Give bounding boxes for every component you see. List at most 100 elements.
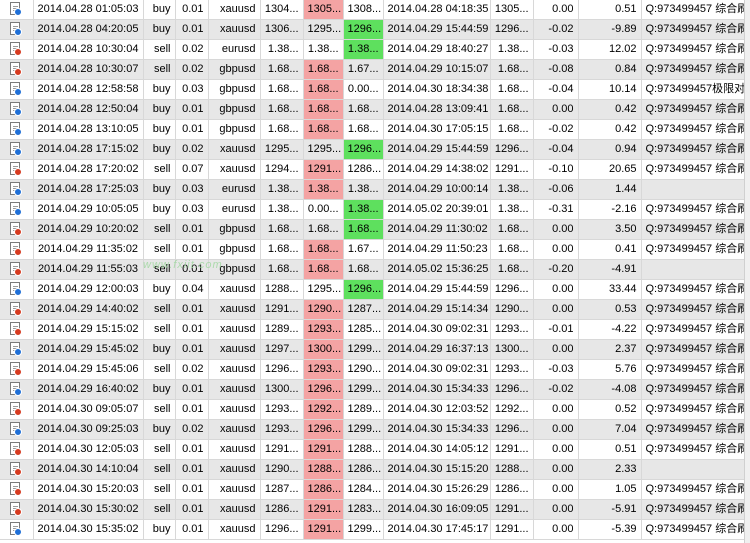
profit-cell: 3.50: [578, 219, 642, 240]
table-row[interactable]: 2014.04.29 10:20:02 sell 0.01 gbpusd 1.6…: [0, 219, 746, 240]
profit-cell: 5.76: [578, 359, 642, 380]
swap-cell: -0.02: [533, 379, 579, 400]
profit-cell: -2.16: [578, 199, 642, 220]
swap-cell: -0.20: [533, 259, 579, 280]
vertical-scrollbar[interactable]: [744, 0, 750, 543]
tp-cell: 1296...: [343, 19, 384, 40]
table-row[interactable]: 2014.04.28 10:30:04 sell 0.02 eurusd 1.3…: [0, 39, 746, 60]
profit-cell: -5.91: [578, 499, 642, 520]
symbol-cell: xauusd: [208, 359, 261, 380]
table-row[interactable]: 2014.04.28 10:30:07 sell 0.02 gbpusd 1.6…: [0, 59, 746, 80]
comment-cell: Q:973499457 综合刷?...: [641, 219, 746, 240]
open-price-cell: 1297...: [260, 339, 304, 360]
order-ticket-icon: [10, 182, 23, 197]
tp-cell: 1283...: [343, 499, 384, 520]
symbol-cell: xauusd: [208, 519, 261, 540]
open-time-cell: 2014.04.30 14:10:04: [33, 459, 144, 480]
profit-cell: 7.04: [578, 419, 642, 440]
tp-cell: 1284...: [343, 479, 384, 500]
lots-cell: 0.02: [175, 419, 209, 440]
comment-cell: Q:973499457 综合刷?...: [641, 359, 746, 380]
table-row[interactable]: 2014.04.28 12:50:04 buy 0.01 gbpusd 1.68…: [0, 99, 746, 120]
order-ticket-icon: [10, 342, 23, 357]
lots-cell: 0.01: [175, 479, 209, 500]
table-row[interactable]: 2014.04.28 12:58:58 buy 0.03 gbpusd 1.68…: [0, 79, 746, 100]
close-time-cell: 2014.05.02 15:36:25: [383, 259, 491, 280]
row-icon-cell: [0, 159, 34, 180]
table-row[interactable]: 2014.04.29 12:00:03 buy 0.04 xauusd 1288…: [0, 279, 746, 300]
order-ticket-icon: [10, 302, 23, 317]
lots-cell: 0.01: [175, 339, 209, 360]
table-row[interactable]: 2014.04.28 01:05:03 buy 0.01 xauusd 1304…: [0, 0, 746, 20]
symbol-cell: eurusd: [208, 199, 261, 220]
close-price-cell: 1291...: [490, 439, 534, 460]
table-row[interactable]: 2014.04.29 15:45:02 buy 0.01 xauusd 1297…: [0, 339, 746, 360]
tp-cell: 1290...: [343, 359, 384, 380]
open-price-cell: 1286...: [260, 499, 304, 520]
order-ticket-icon: [10, 82, 23, 97]
profit-cell: 10.14: [578, 79, 642, 100]
symbol-cell: xauusd: [208, 159, 261, 180]
profit-cell: 0.94: [578, 139, 642, 160]
table-row[interactable]: 2014.04.29 15:15:02 sell 0.01 xauusd 128…: [0, 319, 746, 340]
profit-cell: 0.42: [578, 99, 642, 120]
symbol-cell: xauusd: [208, 479, 261, 500]
row-icon-cell: [0, 259, 34, 280]
tp-cell: 1.38...: [343, 199, 384, 220]
swap-cell: -0.01: [533, 319, 579, 340]
table-row[interactable]: 2014.04.30 09:25:03 buy 0.02 xauusd 1293…: [0, 419, 746, 440]
swap-cell: 0.00: [533, 479, 579, 500]
tp-cell: 1.38...: [343, 39, 384, 60]
table-row[interactable]: 2014.04.28 13:10:05 buy 0.01 gbpusd 1.68…: [0, 119, 746, 140]
sl-cell: 1295...: [303, 279, 344, 300]
comment-cell: Q:973499457 综合刷?...: [641, 419, 746, 440]
open-price-cell: 1291...: [260, 439, 304, 460]
table-row[interactable]: 2014.04.29 14:40:02 sell 0.01 xauusd 129…: [0, 299, 746, 320]
comment-cell: Q:973499457 综合刷?...: [641, 19, 746, 40]
comment-cell: Q:973499457 综合刷?...: [641, 39, 746, 60]
open-time-cell: 2014.04.28 13:10:05: [33, 119, 144, 140]
table-row[interactable]: 2014.04.29 16:40:02 buy 0.01 xauusd 1300…: [0, 379, 746, 400]
row-icon-cell: [0, 39, 34, 60]
tp-cell: 1296...: [343, 279, 384, 300]
close-time-cell: 2014.04.30 12:03:52: [383, 399, 491, 420]
table-row[interactable]: 2014.04.30 15:20:03 sell 0.01 xauusd 128…: [0, 479, 746, 500]
table-row[interactable]: 2014.04.30 15:35:02 buy 0.01 xauusd 1296…: [0, 519, 746, 540]
comment-cell: Q:973499457 综合刷?...: [641, 199, 746, 220]
table-row[interactable]: 2014.04.28 17:20:02 sell 0.07 xauusd 129…: [0, 159, 746, 180]
swap-cell: 0.00: [533, 439, 579, 460]
row-icon-cell: [0, 339, 34, 360]
close-time-cell: 2014.04.29 15:44:59: [383, 139, 491, 160]
table-row[interactable]: 2014.04.30 14:10:04 sell 0.01 xauusd 129…: [0, 459, 746, 480]
lots-cell: 0.01: [175, 499, 209, 520]
close-time-cell: 2014.04.30 15:26:29: [383, 479, 491, 500]
close-time-cell: 2014.04.30 15:34:33: [383, 379, 491, 400]
table-row[interactable]: 2014.04.30 15:30:02 sell 0.01 xauusd 128…: [0, 499, 746, 520]
table-row[interactable]: 2014.04.28 17:25:03 buy 0.03 eurusd 1.38…: [0, 179, 746, 200]
table-row[interactable]: 2014.04.28 04:20:05 buy 0.01 xauusd 1306…: [0, 19, 746, 40]
profit-cell: 12.02: [578, 39, 642, 60]
table-row[interactable]: 2014.04.29 11:55:03 sell 0.01 gbpusd 1.6…: [0, 259, 746, 280]
table-row[interactable]: 2014.04.29 11:35:02 sell 0.01 gbpusd 1.6…: [0, 239, 746, 260]
profit-cell: 20.65: [578, 159, 642, 180]
table-row[interactable]: 2014.04.30 12:05:03 sell 0.01 xauusd 129…: [0, 439, 746, 460]
profit-cell: 0.42: [578, 119, 642, 140]
comment-cell: Q:973499457 综合刷?...: [641, 279, 746, 300]
swap-cell: 0.00: [533, 459, 579, 480]
profit-cell: -4.22: [578, 319, 642, 340]
sl-cell: 1296...: [303, 419, 344, 440]
comment-cell: Q:973499457 综合刷?...: [641, 519, 746, 540]
row-icon-cell: [0, 59, 34, 80]
comment-cell: [641, 459, 746, 480]
table-row[interactable]: 2014.04.29 15:45:06 sell 0.02 xauusd 129…: [0, 359, 746, 380]
table-row[interactable]: 2014.04.29 10:05:05 buy 0.03 eurusd 1.38…: [0, 199, 746, 220]
lots-cell: 0.07: [175, 159, 209, 180]
swap-cell: -0.08: [533, 59, 579, 80]
comment-cell: Q:973499457 综合刷?...: [641, 339, 746, 360]
comment-cell: Q:973499457 综合刷?...: [641, 159, 746, 180]
sl-cell: 1305...: [303, 0, 344, 20]
order-ticket-icon: [10, 62, 23, 77]
table-row[interactable]: 2014.04.28 17:15:02 buy 0.02 xauusd 1295…: [0, 139, 746, 160]
swap-cell: 0.00: [533, 419, 579, 440]
table-row[interactable]: 2014.04.30 09:05:07 sell 0.01 xauusd 129…: [0, 399, 746, 420]
